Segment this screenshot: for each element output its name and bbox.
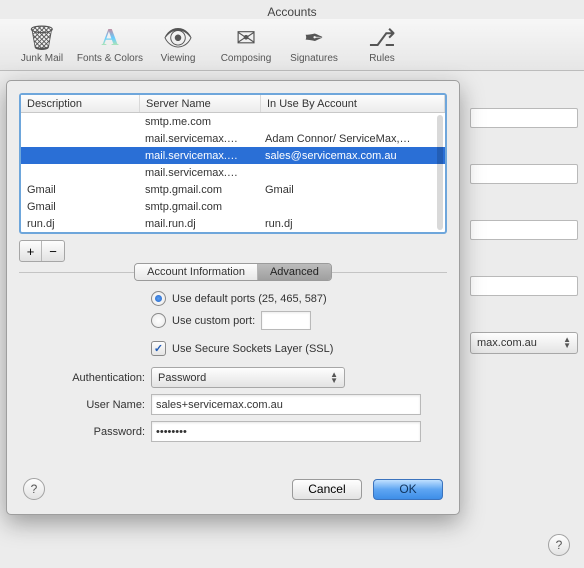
toolbar-viewing[interactable]: 👁 Viewing	[144, 23, 212, 64]
sheet-footer: ? Cancel OK	[7, 448, 459, 504]
custom-port-input[interactable]	[261, 311, 311, 330]
fonts-colors-icon: A	[94, 23, 126, 53]
help-button[interactable]: ?	[23, 478, 45, 500]
advanced-form: Use default ports (25, 465, 587) Use cus…	[7, 281, 459, 442]
rules-icon: ⎇	[366, 23, 398, 53]
table-row[interactable]: Gmailsmtp.gmail.com	[21, 198, 445, 215]
col-server[interactable]: Server Name	[140, 95, 261, 112]
password-input[interactable]: ••••••••	[151, 421, 421, 442]
cell: Gmail	[21, 198, 139, 215]
toolbar-label: Composing	[221, 53, 272, 64]
cell: run.dj	[259, 215, 445, 232]
cancel-button[interactable]: Cancel	[292, 479, 362, 500]
signatures-icon: ✒	[298, 23, 330, 53]
tab-advanced[interactable]: Advanced	[258, 264, 331, 280]
cell: Adam Connor/ ServiceMax,…	[259, 130, 445, 147]
table-row[interactable]: smtp.me.com	[21, 113, 445, 130]
username-label: User Name:	[27, 399, 151, 411]
bg-field[interactable]	[470, 108, 578, 128]
cell: smtp.gmail.com	[139, 181, 259, 198]
cell: mail.servicemax.…	[139, 130, 259, 147]
auth-label: Authentication:	[27, 372, 151, 384]
auth-popup[interactable]: Password ▲▼	[151, 367, 345, 388]
add-remove-control: + −	[19, 240, 65, 262]
cell	[21, 164, 139, 181]
toolbar: 🗑 Junk Mail A Fonts & Colors 👁 Viewing ✉…	[0, 19, 584, 71]
cell	[21, 147, 139, 164]
table-row[interactable]: mail.servicemax.…	[21, 164, 445, 181]
add-button[interactable]: +	[20, 241, 42, 261]
table-row[interactable]: Gmailsmtp.gmail.comGmail	[21, 181, 445, 198]
radio-default-ports[interactable]: Use default ports (25, 465, 587)	[151, 291, 439, 306]
toolbar-junk-mail[interactable]: 🗑 Junk Mail	[8, 23, 76, 64]
checkbox-icon: ✓	[151, 341, 166, 356]
radio-icon	[151, 313, 166, 328]
cell: smtp.me.com	[139, 113, 259, 130]
checkbox-ssl[interactable]: ✓ Use Secure Sockets Layer (SSL)	[151, 341, 439, 356]
table-header: Description Server Name In Use By Accoun…	[21, 95, 445, 113]
updown-icon: ▲▼	[563, 337, 571, 349]
help-button[interactable]: ?	[548, 534, 570, 556]
cell: mail.servicemax.…	[139, 147, 259, 164]
cell	[259, 113, 445, 130]
cell: Gmail	[259, 181, 445, 198]
toolbar-label: Junk Mail	[21, 53, 63, 64]
toolbar-label: Fonts & Colors	[77, 53, 143, 64]
auth-value: Password	[158, 372, 206, 384]
table-row[interactable]: mail.servicemax.…Adam Connor/ ServiceMax…	[21, 130, 445, 147]
toolbar-label: Viewing	[161, 53, 196, 64]
bg-combo-value: max.com.au	[477, 337, 537, 349]
radio-icon	[151, 291, 166, 306]
viewing-icon: 👁	[162, 23, 194, 53]
smtp-server-sheet: Description Server Name In Use By Accoun…	[6, 80, 460, 515]
toolbar-fonts-colors[interactable]: A Fonts & Colors	[76, 23, 144, 64]
tab-bar: Account Information Advanced	[7, 263, 459, 281]
updown-icon: ▲▼	[330, 372, 338, 384]
remove-button[interactable]: −	[42, 241, 64, 261]
bg-field[interactable]	[470, 220, 578, 240]
cell: Gmail	[21, 181, 139, 198]
background-panel: max.com.au ▲▼	[470, 80, 578, 354]
bg-field[interactable]	[470, 164, 578, 184]
cell: mail.servicemax.…	[139, 164, 259, 181]
scrollbar[interactable]	[437, 115, 443, 230]
radio-custom-port[interactable]: Use custom port:	[151, 311, 439, 330]
cell	[259, 198, 445, 215]
table-row[interactable]: run.djmail.run.djrun.dj	[21, 215, 445, 232]
server-table: Description Server Name In Use By Accoun…	[19, 93, 447, 234]
toolbar-label: Signatures	[290, 53, 338, 64]
cell	[21, 130, 139, 147]
toolbar-composing[interactable]: ✉ Composing	[212, 23, 280, 64]
cell: smtp.gmail.com	[139, 198, 259, 215]
bg-field[interactable]	[470, 276, 578, 296]
password-label: Password:	[27, 426, 151, 438]
cell: sales@servicemax.com.au	[259, 147, 445, 164]
composing-icon: ✉	[230, 23, 262, 53]
checkbox-label: Use Secure Sockets Layer (SSL)	[172, 343, 333, 355]
username-input[interactable]: sales+servicemax.com.au	[151, 394, 421, 415]
cell: run.dj	[21, 215, 139, 232]
toolbar-label: Rules	[369, 53, 395, 64]
col-description[interactable]: Description	[21, 95, 140, 112]
toolbar-signatures[interactable]: ✒ Signatures	[280, 23, 348, 64]
radio-label: Use default ports (25, 465, 587)	[172, 293, 327, 305]
junk-mail-icon: 🗑	[26, 23, 58, 53]
cell	[259, 164, 445, 181]
col-inuse[interactable]: In Use By Account	[261, 95, 445, 112]
window-title: Accounts	[0, 0, 584, 19]
table-row[interactable]: mail.servicemax.…sales@servicemax.com.au	[21, 147, 445, 164]
radio-label: Use custom port:	[172, 315, 255, 327]
bg-account-combo[interactable]: max.com.au ▲▼	[470, 332, 578, 354]
cell	[21, 113, 139, 130]
ok-button[interactable]: OK	[373, 479, 443, 500]
tab-account-information[interactable]: Account Information	[135, 264, 258, 280]
cell: mail.run.dj	[139, 215, 259, 232]
toolbar-rules[interactable]: ⎇ Rules	[348, 23, 416, 64]
